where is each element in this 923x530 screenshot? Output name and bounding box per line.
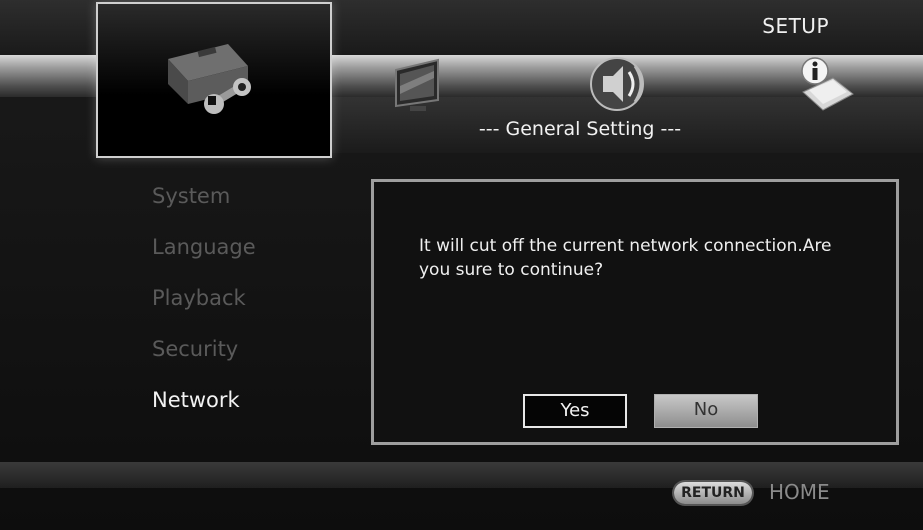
speaker-icon[interactable] [585,54,655,114]
sidebar-item-language[interactable]: Language [152,235,256,259]
dialog-message: It will cut off the current network conn… [419,236,832,280]
tab-general[interactable] [96,2,332,158]
tv-icon[interactable] [390,56,446,114]
yes-button[interactable]: Yes [523,394,627,428]
confirm-dialog: It will cut off the current network conn… [371,179,899,445]
footer: RETURN HOME [0,478,923,530]
sidebar-item-system[interactable]: System [152,184,230,208]
home-label: HOME [769,480,830,504]
sidebar-item-network[interactable]: Network [152,388,240,412]
sidebar-item-security[interactable]: Security [152,337,238,361]
section-title: --- General Setting --- [478,118,682,140]
toolbox-icon [168,44,251,114]
setup-title: SETUP [762,14,829,38]
return-button[interactable]: RETURN [674,482,752,504]
no-button[interactable]: No [654,394,758,428]
info-icon[interactable] [795,54,857,114]
sidebar-item-playback[interactable]: Playback [152,286,246,310]
setup-screen: SETUP --- General Setting --- System Lan… [0,0,923,530]
